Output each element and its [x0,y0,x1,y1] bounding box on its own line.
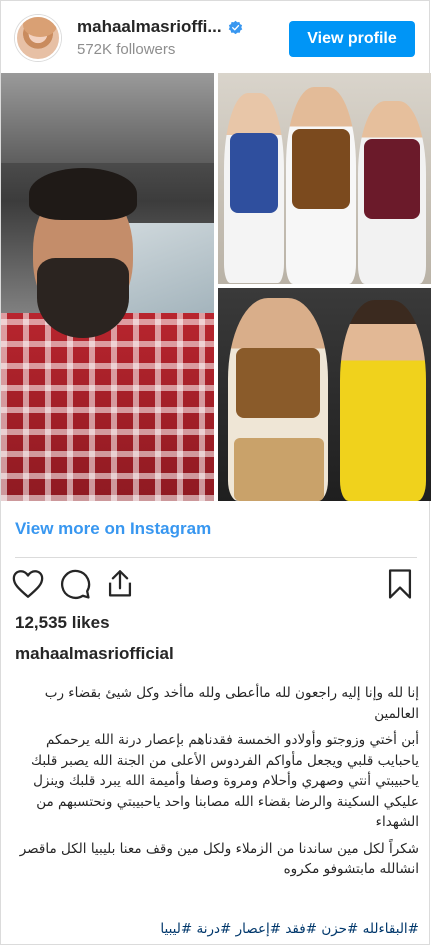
caption-text: إنا لله وإنا إليه راجعون لله ماأعطى ولله… [15,683,419,880]
verified-badge-icon [228,20,242,34]
share-icon[interactable] [103,567,137,601]
post-header: mahaalmasrioffi... 572K followers View p… [1,1,431,73]
avatar[interactable] [15,15,61,61]
caption-paragraph: إنا لله وإنا إليه راجعون لله ماأعطى ولله… [44,685,419,722]
instagram-embed: mahaalmasrioffi... 572K followers View p… [0,0,431,945]
caption-paragraph: أبن أختي وزوجتو وأولادو الخمسة فقدناهم ب… [30,732,419,830]
photo-man-in-car [1,73,214,501]
caption-username[interactable]: mahaalmasriofficial [15,644,174,664]
username-row: mahaalmasrioffi... [77,17,243,37]
bookmark-icon[interactable] [383,567,417,601]
heart-icon[interactable] [11,567,45,601]
caption-paragraph: شكراً لكل مين ساندنا من الزملاء ولكل مين… [19,840,419,878]
hashtags[interactable]: #البقاءلله #حزن #فقد #إعصار #درنة #ليبيا [15,921,419,937]
comment-icon[interactable] [58,567,92,601]
view-profile-button[interactable]: View profile [289,21,415,57]
action-bar [1,567,431,607]
follower-count: 572K followers [77,41,176,58]
photo-three-boys [218,73,431,284]
photo-boy-and-girl [218,288,431,501]
username[interactable]: mahaalmasrioffi... [77,17,222,37]
post-media[interactable] [1,73,431,501]
like-count[interactable]: 12,535 likes [15,613,110,633]
view-more-link[interactable]: View more on Instagram [15,519,211,539]
divider [15,557,417,558]
